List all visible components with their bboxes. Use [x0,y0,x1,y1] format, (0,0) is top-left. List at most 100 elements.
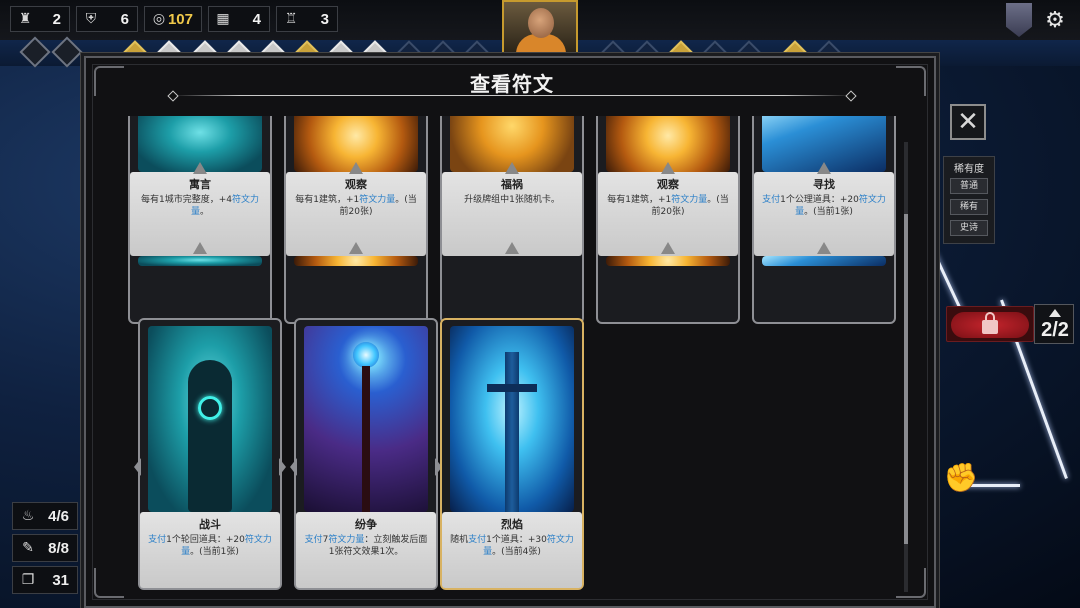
shield-icon: ⛨ [85,11,97,27]
card-emblem-icon [502,162,522,176]
resource-value: 2 [52,10,61,28]
lock-icon [982,312,998,334]
card-description: 每有1建筑，+1符文力量。(当前20张) [607,195,729,217]
scroll-icon: ✎ [22,540,34,556]
card-bottom-emblem-icon [346,242,366,256]
hooded-figure [188,360,232,512]
close-icon: ✕ [957,107,979,137]
emblem-shield-icon [1006,3,1032,37]
rune-card[interactable]: 烈焰 随机支付1个道具：+30符文力量。(当前4张) [440,318,584,590]
rune-viewer-modal: 查看符文 寓言 每有1城市完整度，+4符文力量。 观察 每有1建筑，+1符文力量… [84,56,936,608]
modal-title: 查看符文 [470,72,554,96]
action-button[interactable]: ✊ [936,452,986,502]
stat-bag: ♨ 4/6 [12,502,78,530]
card-name: 寻找 [813,178,835,191]
map-node[interactable] [19,36,51,68]
resource-coins: ◎ 107 [144,6,202,32]
card-description: 每有1建筑，+1符文力量。(当前20张) [295,195,417,217]
resource-value: 3 [320,10,329,28]
rune-card[interactable]: 观察 每有1建筑，+1符文力量。(当前20张) [596,116,740,324]
stat-scrolls: ✎ 8/8 [12,534,78,562]
resource-towers: ♜ 2 [10,6,70,32]
stat-value: 31 [52,571,69,589]
card-textbox: 战斗 支付1个轮回道具：+20符文力量。(当前1张) [140,512,280,588]
card-art-lower [138,256,262,266]
close-button[interactable]: ✕ [950,104,986,140]
modal-scrollbar[interactable] [904,142,908,592]
card-textbox: 纷争 支付7符文力量：立刻触发后面1张符文效果1次。 [296,512,436,588]
rarity-option-common[interactable]: 普通 [950,178,988,194]
rune-card[interactable]: 寓言 每有1城市完整度，+4符文力量。 [128,116,272,324]
rune-card[interactable]: 战斗 支付1个轮回道具：+20符文力量。(当前1张) [134,318,286,590]
card-textbox: 寻找 支付1个公理道具：+20符文力量。(当前1张) [754,162,894,256]
card-art [450,326,574,512]
rune-card[interactable]: 寻找 支付1个公理道具：+20符文力量。(当前1张) [752,116,896,324]
portrait-face [528,8,554,38]
sword-hilt [487,384,537,392]
tower-icon: ♜ [18,11,32,27]
card-description: 每有1城市完整度，+4符文力量。 [140,195,259,217]
card-bottom-emblem-icon [814,242,834,256]
rune-card[interactable]: 福祸 升级牌组中1张随机卡。 [440,116,584,324]
stat-deck: ❐ 31 [12,566,78,594]
gear-icon: ⚙ [1045,7,1065,33]
map-node[interactable] [51,36,83,68]
title-divider [172,95,852,96]
card-name: 烈焰 [501,518,523,531]
card-description: 支付7符文力量：立刻触发后面1张符文效果1次。 [304,535,428,557]
card-name: 观察 [657,178,679,191]
card-textbox: 观察 每有1建筑，+1符文力量。(当前20张) [598,162,738,256]
card-art-lower [606,256,730,266]
lock-pill [951,312,1029,338]
rune-card[interactable]: 观察 每有1建筑，+1符文力量。(当前20张) [284,116,428,324]
resource-value: 4 [252,10,261,28]
rune-card[interactable]: 纷争 支付7符文力量：立刻触发后面1张符文效果1次。 [290,318,442,590]
hero-portrait[interactable] [502,0,578,54]
card-textbox: 寓言 每有1城市完整度，+4符文力量。 [130,162,270,256]
staff [362,366,370,512]
rune-card-grid[interactable]: 寓言 每有1城市完整度，+4符文力量。 观察 每有1建筑，+1符文力量。(当前2… [100,116,910,596]
stat-value: 8/8 [48,539,69,557]
scrollbar-thumb[interactable] [904,214,908,544]
card-description: 支付1个轮回道具：+20符文力量。(当前1张) [148,535,272,557]
card-arrow-right-icon [279,458,286,476]
glowing-ring [198,396,222,420]
card-name: 战斗 [199,518,221,531]
settings-button[interactable]: ⚙ [1040,2,1070,38]
deck-icon: ❐ [21,572,35,588]
glowing-orb [353,342,379,368]
card-emblem-icon [190,162,210,176]
card-textbox: 福祸 升级牌组中1张随机卡。 [442,162,582,256]
card-description: 升级牌组中1张随机卡。 [464,195,560,205]
card-art-lower [762,256,886,266]
rarity-option-rare[interactable]: 稀有 [950,199,988,215]
resource-days: ▦ 4 [208,6,270,32]
card-name: 寓言 [189,178,211,191]
card-arrow-left-icon [134,458,141,476]
card-emblem-icon [658,162,678,176]
resource-value: 6 [120,10,129,28]
card-bottom-emblem-icon [190,242,210,256]
card-art [304,326,428,512]
card-description: 随机支付1个道具：+30符文力量。(当前4张) [450,535,574,557]
card-art-lower [294,256,418,266]
card-name: 纷争 [355,518,377,531]
resource-shields: ⛨ 6 [76,6,138,32]
rarity-filter-panel: 稀有度 普通 稀有 史诗 [943,156,995,244]
card-emblem-icon [814,162,834,176]
rarity-option-epic[interactable]: 史诗 [950,220,988,236]
card-description: 支付1个公理道具：+20符文力量。(当前1张) [762,195,886,217]
calendar-icon: ▦ [216,11,230,27]
card-bottom-emblem-icon [658,242,678,256]
card-art [148,326,272,512]
fist-icon: ✊ [943,460,979,494]
counter-value: 2/2 [1041,319,1069,341]
rank-emblem-button[interactable] [1004,2,1034,38]
coins-icon: ◎ [152,11,166,27]
bag-icon: ♨ [21,508,35,524]
card-bottom-emblem-icon [502,242,522,256]
card-name: 福祸 [501,178,523,191]
lock-button[interactable] [946,306,1034,342]
card-textbox: 观察 每有1建筑，+1符文力量。(当前20张) [286,162,426,256]
card-arrow-left-icon [290,458,297,476]
